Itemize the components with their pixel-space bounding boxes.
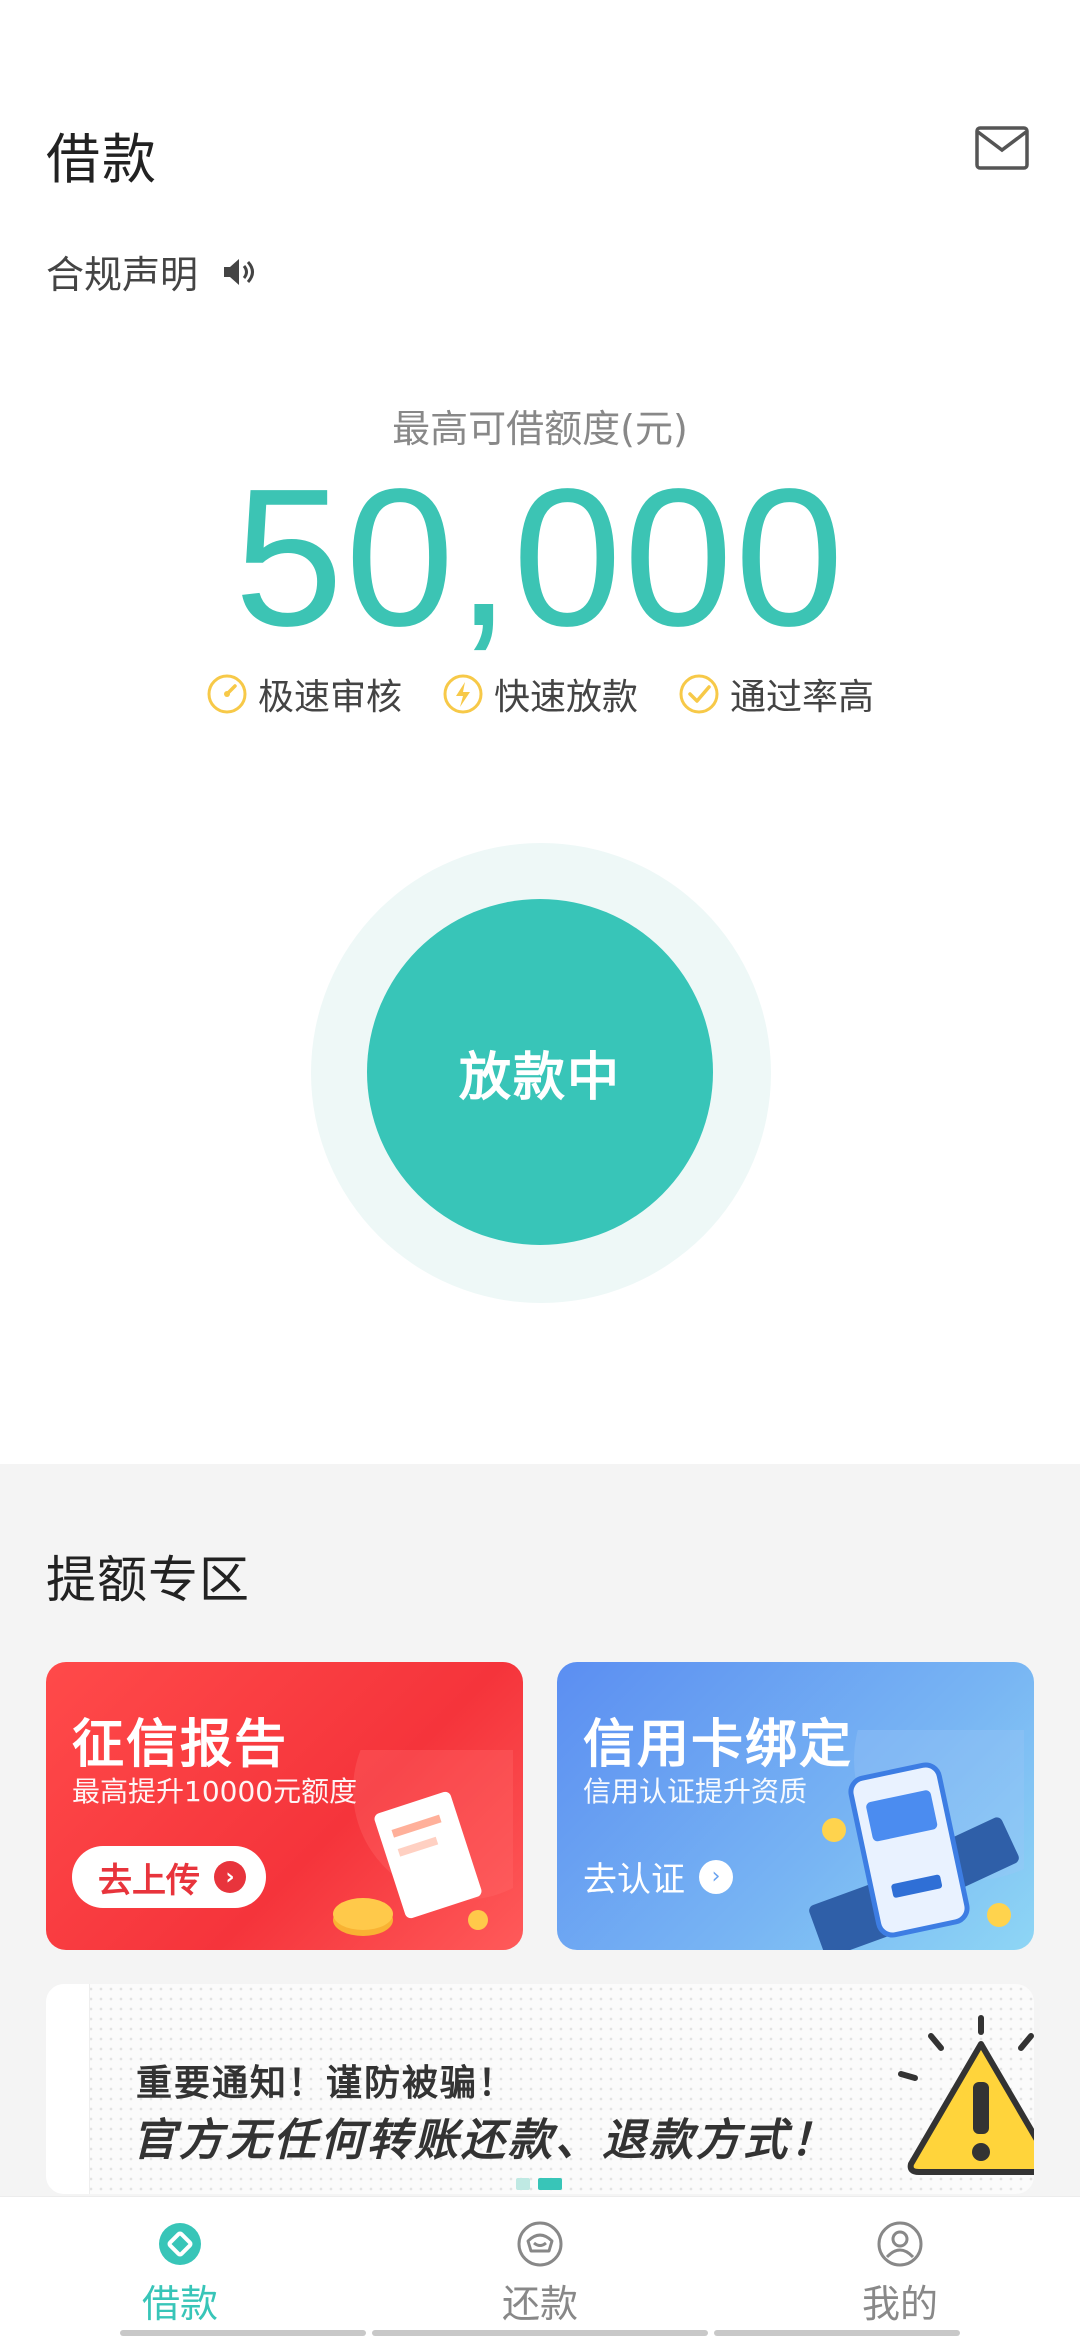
feature-item: 快速放款 bbox=[442, 668, 638, 720]
banner-line2: 官方无任何转账还款、退款方式！ bbox=[132, 2115, 837, 2166]
feature-label: 快速放款 bbox=[493, 677, 638, 718]
quota-label: 最高可借额度(元) bbox=[392, 407, 688, 451]
nav-handle bbox=[714, 2330, 960, 2336]
chevron-right-icon: › bbox=[699, 1859, 733, 1894]
check-circle-icon bbox=[679, 674, 719, 714]
feature-list: 极速审核 快速放款 通过率高 bbox=[0, 668, 1080, 720]
chevron-right-icon: › bbox=[214, 1861, 246, 1893]
feature-label: 通过率高 bbox=[730, 677, 875, 718]
carousel-dot bbox=[516, 2178, 530, 2190]
max-amount: 50,000 bbox=[234, 448, 846, 667]
card-title: 信用卡绑定 bbox=[583, 1715, 854, 1775]
banner-line1: 重要通知！谨防被骗！ bbox=[136, 2063, 517, 2104]
feature-label: 极速审核 bbox=[257, 677, 402, 718]
compliance-notice-label: 合规声明 bbox=[46, 253, 199, 297]
nav-handle bbox=[372, 2330, 708, 2336]
credit-card-binding-card[interactable]: 信用卡绑定 信用认证提升资质 去认证 › bbox=[557, 1662, 1034, 1950]
tab-loan[interactable]: 借款 bbox=[0, 2197, 360, 2340]
upload-button[interactable]: 去上传 › bbox=[72, 1846, 266, 1908]
disbursing-button[interactable]: 放款中 bbox=[367, 899, 713, 1245]
card-subtitle: 信用认证提升资质 bbox=[583, 1775, 808, 1808]
tab-repay[interactable]: 还款 bbox=[360, 2197, 720, 2340]
card-title: 征信报告 bbox=[72, 1715, 289, 1775]
page-title: 借款 bbox=[46, 128, 158, 191]
header: 借款 合规声明 bbox=[0, 0, 1080, 300]
bottom-tabbar: 借款 还款 我的 bbox=[0, 2196, 1080, 2340]
tab-label: 还款 bbox=[501, 2282, 578, 2326]
warning-icon bbox=[898, 2015, 1034, 2175]
upload-button-label: 去上传 bbox=[98, 1860, 200, 1901]
speed-check-icon bbox=[207, 674, 247, 714]
tab-profile[interactable]: 我的 bbox=[720, 2197, 1080, 2340]
credit-report-card[interactable]: 征信报告 最高提升10000元额度 去上传 › bbox=[46, 1662, 523, 1950]
verify-button-label: 去认证 bbox=[583, 1860, 685, 1900]
feature-item: 通过率高 bbox=[678, 668, 874, 720]
tab-label: 借款 bbox=[141, 2282, 218, 2326]
lightning-icon bbox=[443, 674, 483, 714]
banner-previous-slide bbox=[46, 1984, 90, 2194]
verify-button[interactable]: 去认证 › bbox=[583, 1852, 733, 1901]
tab-label: 我的 bbox=[861, 2282, 938, 2326]
speaker-icon bbox=[224, 258, 255, 285]
anti-fraud-banner[interactable]: 重要通知！谨防被骗！ 官方无任何转账还款、退款方式！ bbox=[46, 1984, 1034, 2194]
carousel-indicator bbox=[516, 2178, 562, 2190]
carousel-dot-active bbox=[538, 2178, 562, 2190]
loan-icon bbox=[159, 2223, 201, 2265]
section-title: 提额专区 bbox=[46, 1551, 250, 1609]
card-subtitle: 最高提升10000元额度 bbox=[72, 1775, 358, 1808]
compliance-notice[interactable]: 合规声明 bbox=[46, 244, 256, 299]
profile-icon bbox=[877, 2221, 923, 2267]
nav-handle bbox=[120, 2330, 366, 2336]
feature-item: 极速审核 bbox=[206, 668, 402, 720]
repay-icon bbox=[517, 2221, 563, 2267]
mail-icon[interactable] bbox=[975, 126, 1029, 170]
